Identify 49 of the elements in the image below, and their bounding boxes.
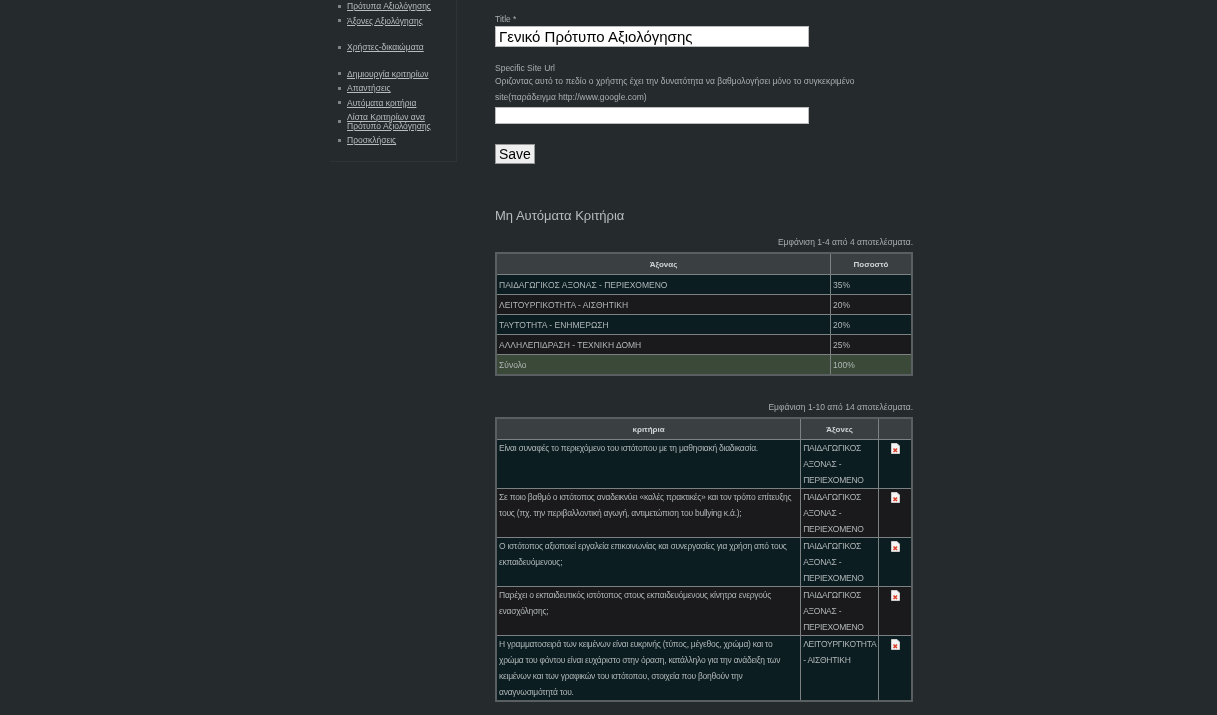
table-cell: ΠΑΙΔΑΓΩΓΙΚΟΣ ΑΞΟΝΑΣ - ΠΕΡΙΕΧΟΜΕΝΟ <box>800 586 879 636</box>
table-cell: ΠΑΙΔΑΓΩΓΙΚΟΣ ΑΞΟΝΑΣ - ΠΕΡΙΕΧΟΜΕΝΟ <box>496 274 831 295</box>
bullet-icon <box>338 86 341 90</box>
section-heading: Μη Αυτόματα Κριτήρια <box>495 208 625 223</box>
table-cell: Παρέχει ο εκπαιδευτικός ιστότοπος στους εκπαιδευόμενους κίνητρα ενεργούς ενασχόλησης; <box>496 586 801 636</box>
results-summary: Εμφάνιση 1-4 από 4 αποτελέσματα. <box>777 237 913 247</box>
file-x-icon[interactable] <box>890 443 900 454</box>
column-header[interactable]: Άξονες <box>800 418 879 440</box>
sidebar-link[interactable]: Δημιουργία κριτηρίων <box>347 69 429 78</box>
file-x-icon[interactable] <box>890 639 900 650</box>
table-cell: ΑΛΛΗΛΕΠΙΔΡΑΣΗ - ΤΕΧΝΙΚΗ ΔΟΜΗ <box>496 334 831 355</box>
table-cell: Είναι συναφές το περιεχόμενο του ιστότοπου με τη μαθησιακή διαδικασία. <box>496 439 801 489</box>
table-cell: ΛΕΙΤΟΥΡΓΙΚΟΤΗΤΑ - ΑΙΣΘΗΤΙΚΗ <box>496 294 831 315</box>
title-label: Title * <box>495 14 517 24</box>
sidebar-link[interactable]: Άξονες Αξιολόγησης <box>347 16 423 25</box>
bullet-icon <box>338 4 341 8</box>
url-label: Specific Site Url <box>495 63 555 73</box>
file-x-icon[interactable] <box>890 492 900 503</box>
sidebar-link[interactable]: Αυτόματα κριτήρια <box>347 98 417 107</box>
sidebar-link[interactable]: Πρότυπα Αξιολόγησης <box>347 2 431 11</box>
table-cell: ΤΑΥΤΟΤΗΤΑ - ΕΝΗΜΕΡΩΣΗ <box>496 314 831 335</box>
table-cell: ΛΕΙΤΟΥΡΓΙΚΟΤΗΤΑ - ΑΙΣΘΗΤΙΚΗ <box>800 635 879 701</box>
bullet-icon <box>338 101 341 105</box>
results-summary: Εμφάνιση 1-10 από 14 αποτελέσματα. <box>768 402 913 412</box>
table-cell: Σύνολο <box>496 354 831 375</box>
file-x-icon[interactable] <box>890 541 900 552</box>
table-cell: Η γραμματοσειρά των κειμένων είναι ευκρινής (τύπος, μέγεθος, χρώμα) και το χρώμα του φόντου είναι ευχάριστο στην όραση, κατάλληλο για την ανάδειξη των κειμένων και των γραφικών του ιστότοπου, στοιχεία που βοηθούν την αναγνωσιμότητά του. <box>496 635 801 701</box>
column-header[interactable]: Άξονας <box>496 253 831 275</box>
sidebar-link[interactable]: Λίστα Κριτηρίων ανα Πρότυπο Αξιολόγησης <box>347 113 456 130</box>
sidebar-link[interactable]: Προσκλήσεις <box>347 136 397 145</box>
table-cell: ΠΑΙΔΑΓΩΓΙΚΟΣ ΑΞΟΝΑΣ - ΠΕΡΙΕΧΟΜΕΝΟ <box>800 439 879 489</box>
sidebar-link[interactable]: Απαντήσεις <box>347 84 391 93</box>
save-button[interactable]: Save <box>495 144 535 164</box>
url-input[interactable] <box>495 107 809 124</box>
url-hint: Οριζοντας αυτό το πεδίο ο χρήστης έχει την δυνατότητα να βαθμολογήσει μόνο το συγκεκριμένο site(παράδειγμα http://www.google.com) <box>495 75 856 104</box>
column-header[interactable]: κριτήρια <box>496 418 801 440</box>
sidebar-link[interactable]: Χρήστες-δικαιώματα <box>347 43 424 52</box>
table-cell: ΠΑΙΔΑΓΩΓΙΚΟΣ ΑΞΟΝΑΣ - ΠΕΡΙΕΧΟΜΕΝΟ <box>800 488 879 538</box>
title-input[interactable]: Γενικό Πρότυπο Αξιολόγησης <box>495 26 809 47</box>
bullet-icon <box>338 19 341 23</box>
bullet-icon <box>338 45 341 49</box>
bullet-icon <box>338 72 341 76</box>
bullet-icon <box>338 138 341 142</box>
table-cell: ΠΑΙΔΑΓΩΓΙΚΟΣ ΑΞΟΝΑΣ - ΠΕΡΙΕΧΟΜΕΝΟ <box>800 537 879 587</box>
file-x-icon[interactable] <box>890 590 900 601</box>
table-cell: Ο ιστότοπος αξιοποιεί εργαλεία επικοινωνίας και συνεργασίες για χρήση από τους εκπαιδευόμενους; <box>496 537 801 587</box>
table-cell: Σε ποιο βαθμό ο ιστότοπος αναδεικνύει «καλές πρακτικές» και τον τρόπο επίτευξης τους (πχ. την περιβαλλοντική αγωγή, αντιμετώπιση του bullying κ.ά.); <box>496 488 801 538</box>
bullet-icon <box>338 120 341 123</box>
column-header[interactable]: Ποσοστό <box>830 253 912 275</box>
